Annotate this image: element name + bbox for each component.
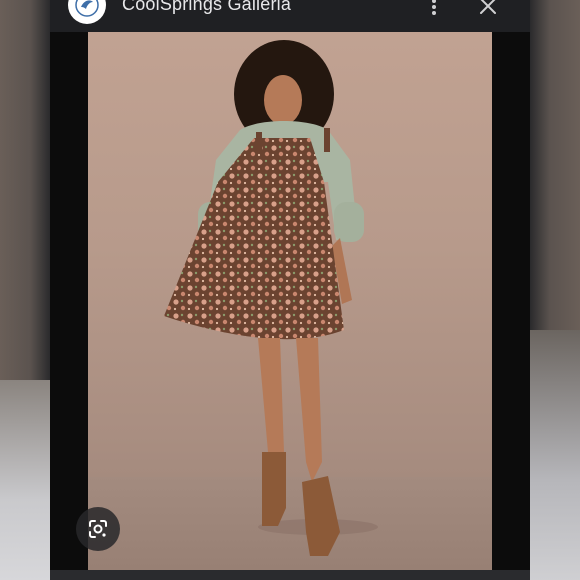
photo-container <box>50 32 530 570</box>
model-illustration <box>164 40 378 556</box>
site-name[interactable]: CoolSprings Galleria <box>122 0 291 15</box>
google-lens-icon <box>89 520 107 538</box>
google-lens-button[interactable] <box>76 507 120 551</box>
blurred-background-right <box>530 330 580 580</box>
site-logo-icon[interactable] <box>68 0 106 24</box>
blurred-background-left <box>0 380 50 580</box>
product-photo[interactable] <box>88 32 492 570</box>
viewer-header: CoolSprings Galleria <box>50 0 530 32</box>
image-viewer: CoolSprings Galleria <box>50 0 530 580</box>
close-icon <box>480 0 496 14</box>
more-vert-icon <box>432 0 436 15</box>
more-options-button[interactable] <box>424 0 444 18</box>
close-button[interactable] <box>476 0 500 18</box>
bottom-bar <box>50 570 530 580</box>
